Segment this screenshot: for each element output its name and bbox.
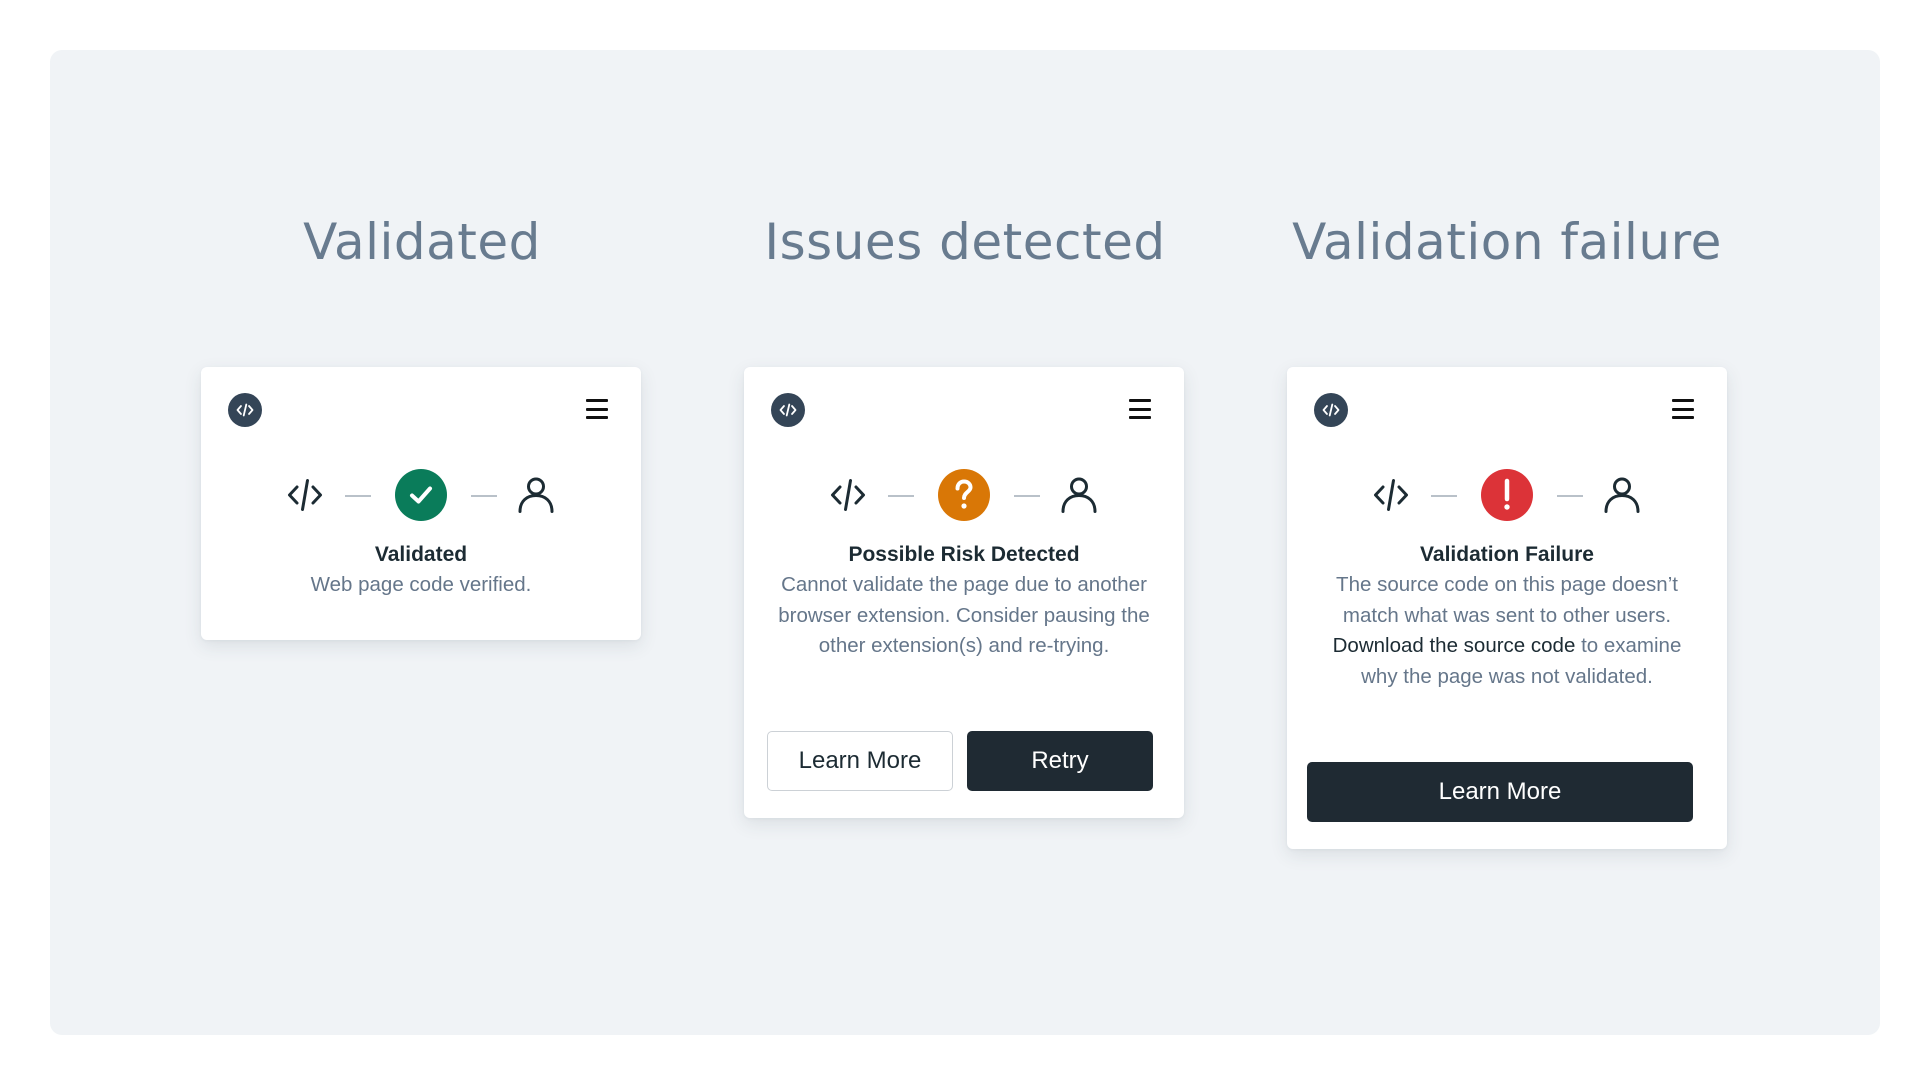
learn-more-button[interactable]: Learn More	[1307, 762, 1693, 822]
checkmark-icon	[395, 469, 447, 521]
heading-validation-failure: Validation failure	[1292, 213, 1722, 271]
code-logo-icon[interactable]	[228, 393, 262, 427]
retry-button[interactable]: Retry	[967, 731, 1153, 791]
code-icon	[831, 479, 865, 511]
download-source-code-link[interactable]: Download the source code	[1333, 634, 1576, 657]
connector-line	[345, 495, 371, 497]
status-flow	[201, 469, 641, 521]
connector-line	[1014, 495, 1040, 497]
heading-validated: Validated	[303, 213, 541, 271]
risk-detected-card: Possible Risk Detected Cannot validate t…	[744, 367, 1184, 818]
connector-line	[1431, 495, 1457, 497]
code-logo-icon[interactable]	[771, 393, 805, 427]
question-mark-icon	[938, 469, 990, 521]
card-title: Possible Risk Detected	[848, 543, 1080, 566]
hamburger-menu-icon[interactable]	[1672, 397, 1694, 421]
hamburger-menu-icon[interactable]	[1129, 397, 1151, 421]
card-description: Cannot validate the page due to another …	[778, 573, 1150, 657]
connector-line	[1557, 495, 1583, 497]
status-flow	[1287, 469, 1727, 521]
validation-failure-card: Validation Failure The source code on th…	[1287, 367, 1727, 849]
connector-line	[888, 495, 914, 497]
code-icon	[1374, 479, 1408, 511]
description-text: The source code on this page doesn’t mat…	[1336, 573, 1678, 627]
user-icon	[1061, 477, 1097, 513]
user-icon	[518, 477, 554, 513]
code-icon	[288, 479, 322, 511]
card-description: Web page code verified.	[310, 573, 532, 596]
status-flow	[744, 469, 1184, 521]
learn-more-button[interactable]: Learn More	[767, 731, 953, 791]
heading-issues-detected: Issues detected	[764, 213, 1166, 271]
card-description: The source code on this page doesn’t mat…	[1317, 570, 1697, 692]
connector-line	[471, 495, 497, 497]
hamburger-menu-icon[interactable]	[586, 397, 608, 421]
card-title: Validation Failure	[1420, 543, 1594, 566]
code-logo-icon[interactable]	[1314, 393, 1348, 427]
user-icon	[1604, 477, 1640, 513]
exclamation-icon	[1481, 469, 1533, 521]
validated-card: Validated Web page code verified.	[201, 367, 641, 640]
card-title: Validated	[374, 543, 468, 566]
